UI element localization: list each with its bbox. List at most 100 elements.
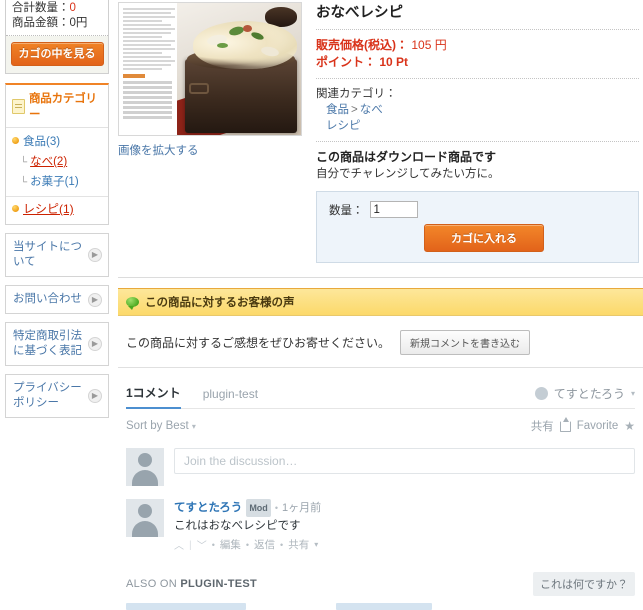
- point-row: ポイント： 10 Pt: [316, 54, 639, 71]
- action-separator: •: [211, 539, 215, 550]
- disqus-footer: ALSO ON PLUGIN-TEST これは何ですか？: [126, 572, 635, 596]
- category-list: 食品(3) └ なべ(2) └ お菓子(1) レシピ(1): [6, 128, 108, 224]
- comment-reply-button[interactable]: 返信: [254, 537, 275, 552]
- sidebar-link-legal[interactable]: 特定商取引法に基づく表記: [13, 329, 88, 359]
- action-separator: |: [189, 538, 192, 551]
- cart-summary-box: 合計数量：0 商品金額：0円 カゴの中を見る: [5, 0, 109, 74]
- divider: [316, 29, 639, 30]
- breadcrumb-separator: >: [351, 104, 358, 116]
- comment-actions: ︿ | ﹀ • 編集 • 返信 • 共有 ▾: [174, 537, 635, 553]
- cart-amount-value: 0円: [69, 17, 88, 29]
- quantity-input[interactable]: [369, 201, 418, 218]
- favorite-label[interactable]: Favorite: [577, 420, 619, 432]
- category-item-nabe[interactable]: └ なべ(2): [6, 152, 108, 172]
- disqus-subbar: Sort by Best ▾ 共有 Favorite ★: [126, 409, 635, 444]
- point-label: ポイント：: [316, 55, 377, 69]
- bullet-icon: [12, 205, 19, 213]
- customer-review-body: この商品に対するご感想をぜひお寄せください。 新規コメントを書き込む: [118, 316, 643, 368]
- tree-branch-icon: └: [20, 177, 28, 188]
- recommendation-title-placeholder[interactable]: [126, 603, 246, 610]
- sidebar-link-privacy[interactable]: プライバシーポリシー: [13, 381, 88, 411]
- chevron-down-icon: ▾: [191, 422, 196, 431]
- star-icon[interactable]: ★: [624, 419, 635, 433]
- point-value: 10 Pt: [379, 55, 409, 69]
- view-cart-button[interactable]: カゴの中を見る: [10, 42, 104, 66]
- category-item-okashi[interactable]: └ お菓子(1): [6, 172, 108, 192]
- add-to-cart-button[interactable]: カゴに入れる: [424, 224, 544, 252]
- comment-share-button[interactable]: 共有: [288, 537, 309, 552]
- add-to-cart-box: 数量： カゴに入れる: [316, 191, 639, 263]
- new-comment-button[interactable]: 新規コメントを書き込む: [400, 330, 531, 355]
- sidebar-link-about[interactable]: 当サイトについて: [13, 240, 88, 270]
- category-item-recipe[interactable]: レシピ(1): [6, 196, 108, 219]
- customer-review-title: この商品に対するお客様の声: [145, 297, 295, 309]
- cart-total-qty-label: 合計数量：: [12, 2, 70, 14]
- category-panel-title: 商品カテゴリー: [29, 93, 97, 121]
- category-link-okashi[interactable]: お菓子(1): [30, 176, 79, 188]
- related-category-link-recipe[interactable]: レシピ: [326, 120, 361, 132]
- main-content: 画像を拡大する おなべレシピ 販売価格(税込)： 105 円 ポイント： 10 …: [118, 0, 643, 610]
- related-category-row: レシピ: [316, 118, 639, 134]
- share-label[interactable]: 共有: [531, 418, 554, 434]
- disqus-user-menu[interactable]: てすとたろう ▾: [534, 385, 635, 402]
- sidebar-link-contact[interactable]: お問い合わせ: [13, 292, 88, 307]
- sidebar-item-legal[interactable]: 特定商取引法に基づく表記 ▶: [5, 322, 109, 366]
- category-panel-header: 商品カテゴリー: [6, 85, 108, 128]
- also-on-prefix: ALSO ON: [126, 578, 178, 590]
- what-is-this-button[interactable]: これは何ですか？: [533, 572, 635, 596]
- comment-item: てすとたろう Mod • 1ヶ月前 これはおなべレシピです ︿ | ﹀ • 編集…: [126, 499, 635, 552]
- chevron-right-icon: ▶: [88, 248, 102, 262]
- category-link-food[interactable]: 食品(3): [23, 136, 60, 148]
- related-category-link-nabe[interactable]: なべ: [360, 104, 383, 116]
- product-image-column: 画像を拡大する: [118, 2, 304, 263]
- recipe-card-text: [119, 3, 177, 135]
- disqus-tabs: 1コメント plugin-test てすとたろう ▾: [126, 384, 635, 409]
- quantity-label: 数量：: [329, 204, 364, 217]
- upvote-icon[interactable]: ︿: [174, 537, 184, 552]
- chevron-right-icon: ▶: [88, 389, 102, 403]
- action-separator: •: [245, 539, 250, 550]
- tab-comments[interactable]: 1コメント: [126, 384, 181, 409]
- comment-edit-button[interactable]: 編集: [220, 537, 241, 552]
- category-panel: 商品カテゴリー 食品(3) └ なべ(2) └ お菓子(1) レシピ(1): [5, 83, 109, 225]
- quantity-row: 数量：: [329, 201, 628, 218]
- tab-site[interactable]: plugin-test: [203, 387, 258, 407]
- product-detail-page: 合計数量：0 商品金額：0円 カゴの中を見る 商品カテゴリー 食品(3) └ な…: [0, 0, 643, 610]
- comment-text: これはおなべレシピです: [174, 520, 301, 532]
- sidebar-item-privacy[interactable]: プライバシーポリシー ▶: [5, 374, 109, 418]
- chevron-right-icon: ▶: [88, 337, 102, 351]
- related-category-label: 関連カテゴリ：: [316, 88, 397, 100]
- category-item-food[interactable]: 食品(3): [6, 132, 108, 152]
- sidebar-item-contact[interactable]: お問い合わせ ▶: [5, 285, 109, 314]
- sidebar-item-about[interactable]: 当サイトについて ▶: [5, 233, 109, 277]
- recommendation-row: [126, 603, 635, 610]
- meta-separator: •: [274, 503, 278, 513]
- product-description: 自分でチャレンジしてみたい方に。: [316, 168, 500, 180]
- comment-author[interactable]: てすとたろう: [174, 500, 242, 516]
- chevron-down-icon: ▾: [314, 540, 319, 549]
- recommendation-title-placeholder[interactable]: [336, 603, 432, 610]
- also-on-label: ALSO ON PLUGIN-TEST: [126, 578, 257, 590]
- related-category-link-food[interactable]: 食品: [326, 104, 349, 116]
- sort-dropdown[interactable]: Sort by Best ▾: [126, 420, 196, 432]
- price-value: 105 円: [411, 38, 447, 52]
- cart-total-qty-value: 0: [69, 2, 76, 14]
- product-summary: 画像を拡大する おなべレシピ 販売価格(税込)： 105 円 ポイント： 10 …: [118, 0, 643, 263]
- category-link-recipe[interactable]: レシピ(1): [23, 202, 74, 216]
- related-category-row: 食品 > なべ: [316, 102, 639, 118]
- moderator-badge: Mod: [246, 499, 271, 517]
- disqus-current-user: てすとたろう: [553, 386, 625, 401]
- comment-input[interactable]: [174, 448, 635, 474]
- product-image[interactable]: [118, 2, 302, 136]
- divider: [316, 141, 639, 142]
- downvote-icon[interactable]: ﹀: [197, 537, 207, 552]
- comment-time: 1ヶ月前: [281, 502, 322, 514]
- enlarge-image-link[interactable]: 画像を拡大する: [118, 142, 199, 158]
- comment-body: てすとたろう Mod • 1ヶ月前 これはおなべレシピです ︿ | ﹀ • 編集…: [174, 499, 635, 552]
- document-icon: [12, 98, 25, 114]
- chevron-right-icon: ▶: [88, 292, 102, 307]
- view-cart-button-wrap: カゴの中を見る: [6, 36, 108, 73]
- category-link-nabe[interactable]: なべ(2): [30, 156, 67, 168]
- share-icon[interactable]: [559, 416, 571, 432]
- divider: [316, 78, 639, 79]
